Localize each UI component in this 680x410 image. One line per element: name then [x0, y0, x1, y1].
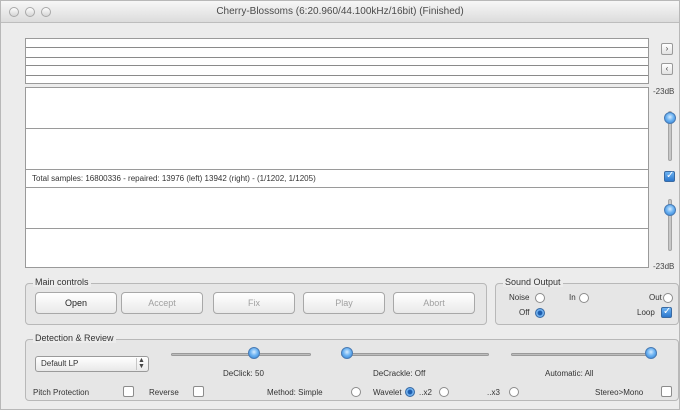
reverse-checkbox[interactable]	[193, 386, 204, 397]
method-simple-radio[interactable]	[351, 387, 361, 397]
loop-label: Loop	[637, 308, 655, 317]
select-arrows-icon: ▲ ▼	[136, 357, 146, 370]
main-controls-title: Main controls	[33, 277, 91, 287]
level-top-label: -23dB	[653, 87, 675, 96]
title-bar: Cherry-Blossoms (6:20.960/44.100kHz/16bi…	[1, 1, 679, 23]
out-radio[interactable]	[663, 293, 673, 303]
window-title: Cherry-Blossoms (6:20.960/44.100kHz/16bi…	[216, 6, 464, 17]
waveform-line	[26, 75, 648, 76]
pitch-protection-label: Pitch Protection	[33, 388, 90, 397]
pitch-protection-checkbox[interactable]	[123, 386, 134, 397]
method-wavelet-radio[interactable]	[405, 387, 415, 397]
sound-output-title: Sound Output	[503, 277, 563, 287]
divider	[26, 169, 648, 170]
detection-review-title: Detection & Review	[33, 333, 116, 343]
noise-label: Noise	[509, 293, 530, 302]
noise-radio[interactable]	[535, 293, 545, 303]
stereo-mono-checkbox[interactable]	[661, 386, 672, 397]
x2-label: ..x2	[419, 388, 432, 397]
in-label: In	[569, 293, 576, 302]
off-radio[interactable]	[535, 308, 545, 318]
accept-button[interactable]: Accept	[121, 292, 203, 314]
waveform-overview[interactable]	[25, 38, 649, 84]
declick-knob[interactable]	[247, 347, 260, 359]
divider	[26, 187, 648, 188]
method-x2-radio[interactable]	[439, 387, 449, 397]
divider	[26, 228, 648, 229]
waveform-line	[26, 57, 648, 58]
abort-button[interactable]: Abort	[393, 292, 475, 314]
automatic-slider[interactable]	[511, 353, 657, 356]
loop-checkbox[interactable]	[661, 306, 672, 318]
in-radio[interactable]	[579, 293, 589, 303]
link-levels-checkbox[interactable]	[664, 170, 675, 182]
fix-button[interactable]: Fix	[213, 292, 295, 314]
decrackle-slider[interactable]	[341, 353, 489, 356]
automatic-label: Automatic: All	[545, 369, 594, 378]
play-button[interactable]: Play	[303, 292, 385, 314]
method-x3-radio[interactable]	[509, 387, 519, 397]
method-label: Method: Simple	[267, 388, 323, 397]
reverse-label: Reverse	[149, 388, 179, 397]
preset-select[interactable]: Default LP ▲ ▼	[35, 356, 149, 372]
decrackle-knob[interactable]	[341, 347, 353, 359]
right-level-knob[interactable]	[664, 204, 676, 216]
divider	[26, 128, 648, 129]
wavelet-label: Wavelet	[373, 388, 402, 397]
open-button[interactable]: Open	[35, 292, 117, 314]
level-bottom-label: -23dB	[653, 262, 675, 271]
off-label: Off	[519, 308, 530, 317]
waveform-line	[26, 47, 648, 48]
stereo-mono-label: Stereo>Mono	[595, 388, 644, 397]
scroll-forward-button[interactable]: ›	[661, 43, 673, 55]
out-label: Out	[649, 293, 662, 302]
waveform-panel[interactable]: Total samples: 16800336 - repaired: 1397…	[25, 87, 649, 268]
scroll-back-button[interactable]: ‹	[661, 63, 673, 75]
decrackle-label: DeCrackle: Off	[373, 369, 426, 378]
waveform-line	[26, 65, 648, 66]
x3-label: ..x3	[487, 388, 500, 397]
app-window: Cherry-Blossoms (6:20.960/44.100kHz/16bi…	[0, 0, 680, 410]
declick-label: DeClick: 50	[223, 369, 264, 378]
left-level-knob[interactable]	[664, 112, 676, 124]
declick-slider[interactable]	[171, 353, 311, 356]
automatic-knob[interactable]	[645, 347, 657, 359]
sound-output-group	[495, 283, 679, 325]
stats-text: Total samples: 16800336 - repaired: 1397…	[32, 174, 316, 183]
preset-value: Default LP	[41, 359, 79, 368]
